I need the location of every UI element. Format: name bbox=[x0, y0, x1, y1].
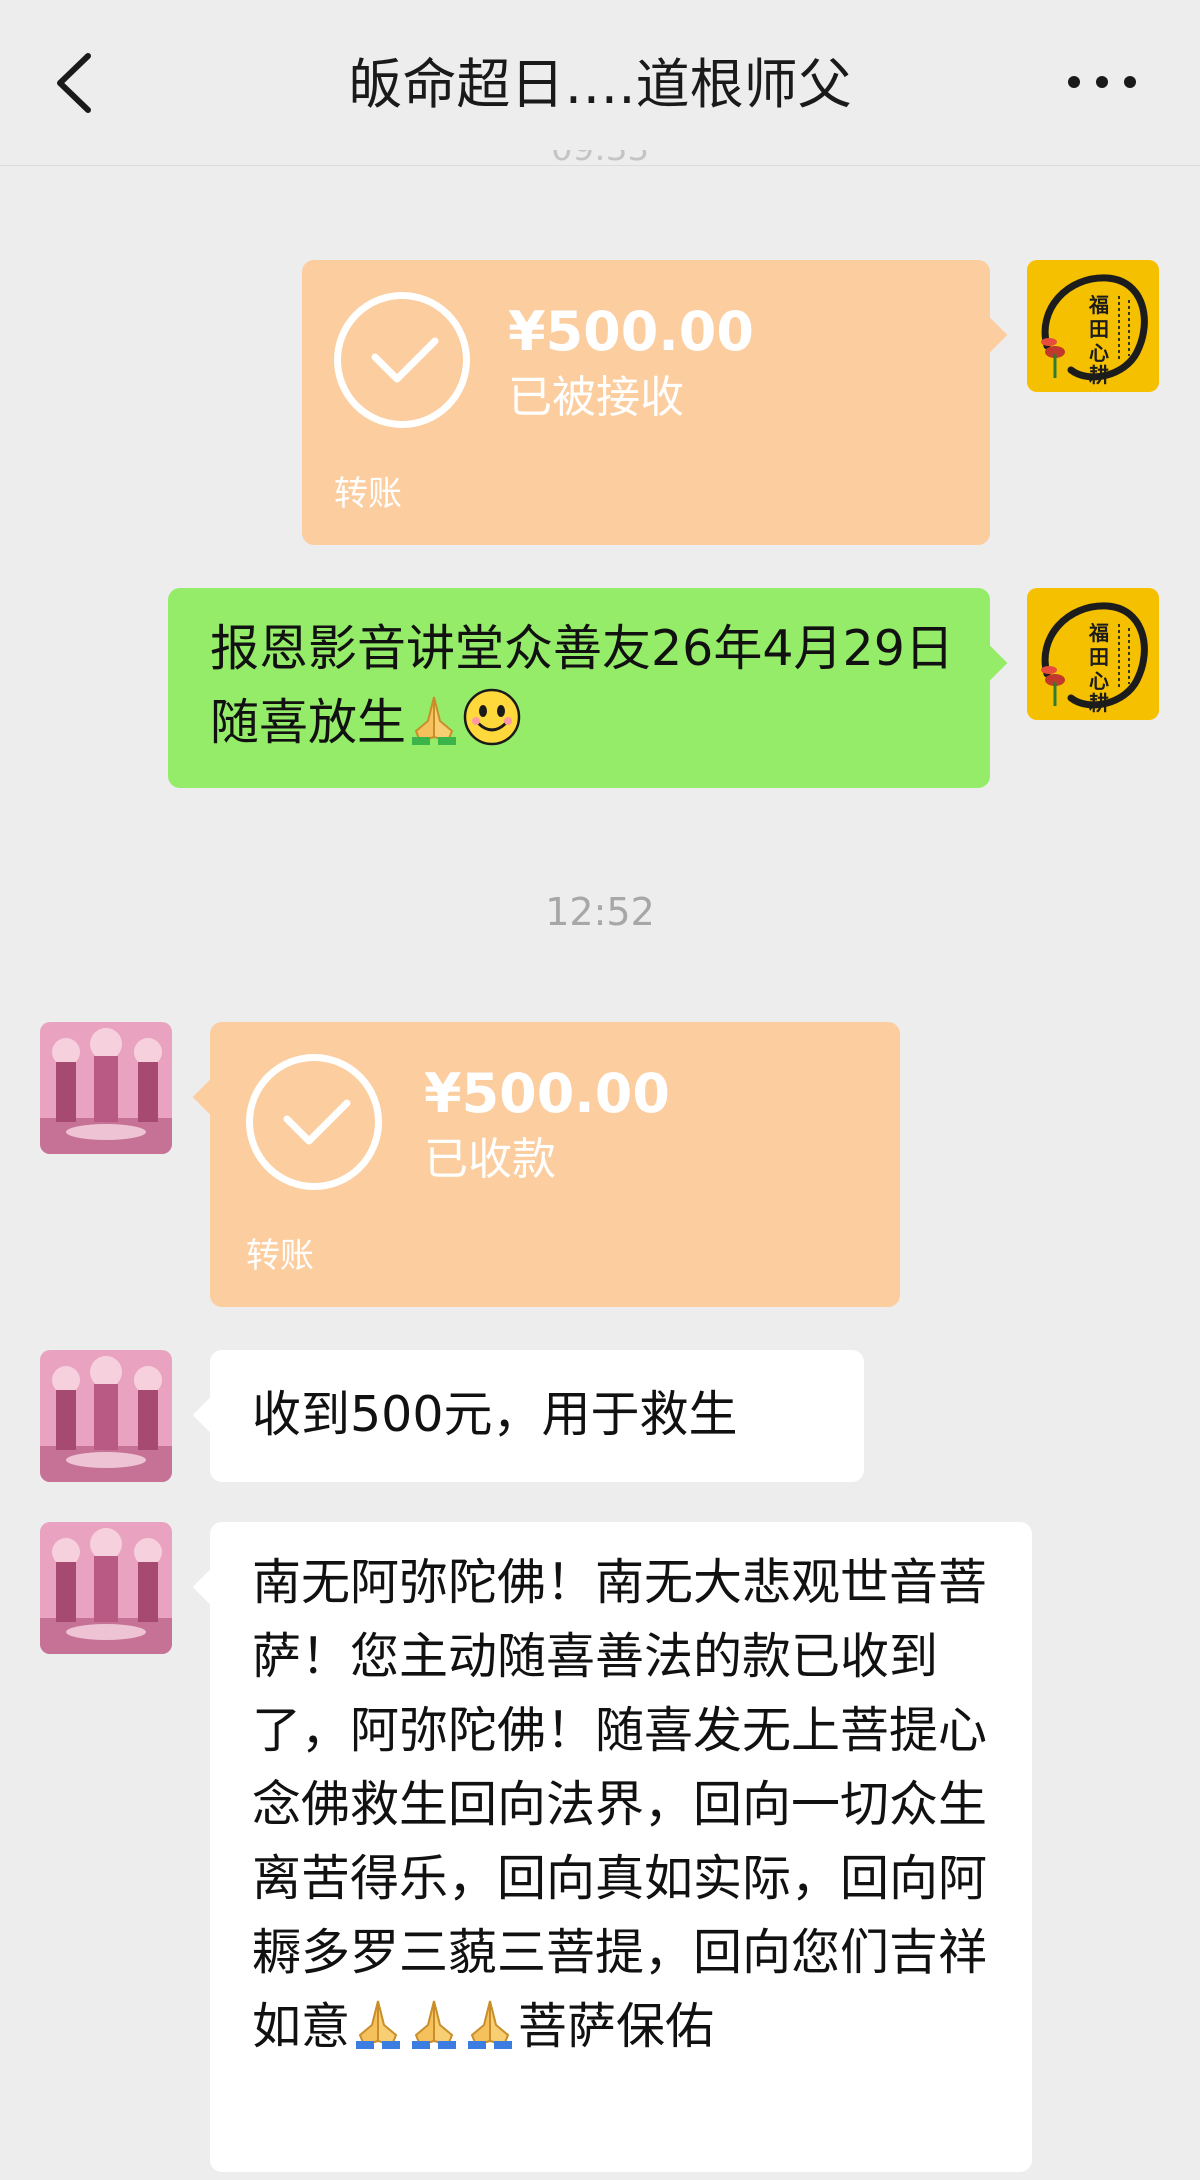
message-text: 收到500元，用于救生 bbox=[252, 1386, 738, 1443]
check-circle-icon bbox=[246, 1054, 382, 1190]
transfer-status: 已被接收 bbox=[508, 372, 684, 423]
svg-text:耕: 耕 bbox=[1089, 691, 1109, 715]
text-bubble-received-long[interactable]: 南无阿弥陀佛！南无大悲观世音菩萨！您主动随喜善法的款已收到了，阿弥陀佛！随喜发无… bbox=[192, 1522, 1032, 2172]
pray-hands-icon bbox=[462, 1995, 518, 2072]
avatar-contact[interactable] bbox=[40, 1022, 172, 1154]
transfer-label: 转账 bbox=[246, 1236, 314, 1276]
avatar-self[interactable]: 福 田 心 耕 bbox=[1027, 260, 1159, 392]
svg-text:田: 田 bbox=[1089, 645, 1109, 669]
pray-hands-icon bbox=[406, 1995, 462, 2072]
check-circle-icon bbox=[334, 292, 470, 428]
back-button[interactable] bbox=[48, 48, 102, 118]
avatar-contact[interactable] bbox=[40, 1522, 172, 1654]
transfer-amount: ¥500.00 bbox=[508, 300, 754, 363]
fu-tian-xin-geng-logo: 福 田 心 耕 bbox=[1027, 588, 1159, 720]
chat-title: 皈命超日….道根师父 bbox=[348, 53, 852, 116]
fu-tian-xin-geng-logo: 福 田 心 耕 bbox=[1027, 260, 1159, 392]
svg-text:耕: 耕 bbox=[1089, 363, 1109, 387]
svg-text:福: 福 bbox=[1088, 293, 1109, 317]
transfer-bubble-received[interactable]: ¥500.00 已收款 转账 bbox=[192, 1022, 900, 1307]
svg-text:心: 心 bbox=[1089, 669, 1109, 693]
text-bubble-sent[interactable]: 报恩影音讲堂众善友26年4月29日随喜放生 bbox=[168, 588, 1008, 788]
message-text: 报恩影音讲堂众善友26年4月29日随喜放生 bbox=[210, 612, 970, 768]
message-text: 南无阿弥陀佛！南无大悲观世音菩萨！您主动随喜善法的款已收到了，阿弥陀佛！随喜发无… bbox=[252, 1546, 1002, 2072]
text-bubble-received[interactable]: 收到500元，用于救生 bbox=[192, 1350, 864, 1482]
clipped-timestamp: 09:33 bbox=[540, 150, 660, 168]
more-dots-icon bbox=[1068, 76, 1136, 88]
chat-header: 皈命超日….道根师父 bbox=[0, 0, 1200, 166]
avatar-self[interactable]: 福 田 心 耕 bbox=[1027, 588, 1159, 720]
transfer-status: 已收款 bbox=[424, 1134, 556, 1185]
more-button[interactable] bbox=[1052, 64, 1152, 100]
transfer-label: 转账 bbox=[334, 474, 402, 514]
smiley-face-icon bbox=[462, 687, 522, 768]
chevron-left-icon bbox=[57, 53, 91, 113]
pray-hands-icon bbox=[350, 1995, 406, 2072]
transfer-amount: ¥500.00 bbox=[424, 1062, 670, 1125]
buddha-figures-avatar bbox=[40, 1350, 172, 1482]
transfer-bubble-sent[interactable]: ¥500.00 已被接收 转账 bbox=[302, 260, 1008, 545]
svg-text:心: 心 bbox=[1089, 341, 1109, 365]
buddha-figures-avatar bbox=[40, 1522, 172, 1654]
svg-text:田: 田 bbox=[1089, 317, 1109, 341]
avatar-contact[interactable] bbox=[40, 1350, 172, 1482]
svg-text:福: 福 bbox=[1088, 621, 1109, 645]
buddha-figures-avatar bbox=[40, 1022, 172, 1154]
timestamp: 12:52 bbox=[545, 890, 655, 934]
pray-hands-icon bbox=[406, 691, 462, 768]
